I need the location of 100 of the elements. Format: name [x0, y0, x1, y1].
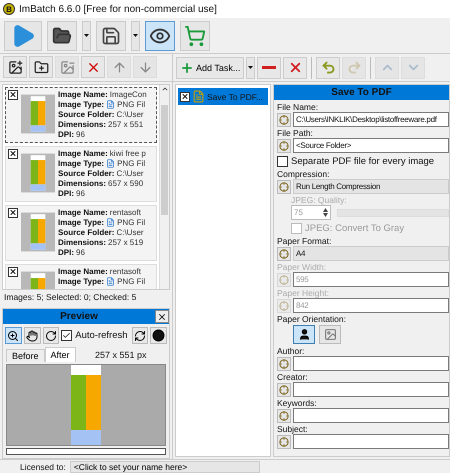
input-field[interactable] [293, 408, 449, 423]
target-icon [279, 140, 289, 150]
macro-button[interactable] [277, 408, 291, 422]
field-label: JPEG: Quality: [291, 195, 348, 205]
open-button[interactable] [47, 20, 77, 50]
image-count-text: Images: 5; Selected: 0; Checked: 5 [3, 291, 138, 304]
landscape-button[interactable] [319, 325, 341, 344]
macro-button[interactable] [277, 434, 291, 448]
license-label: Licensed to: [20, 462, 66, 472]
refresh-button[interactable] [132, 327, 148, 344]
macro-button[interactable] [277, 138, 291, 152]
image-card[interactable]: Image Name: rentasoft Image Type: PNG Fil [5, 264, 157, 289]
caret-icon [84, 34, 89, 37]
circle-icon [152, 329, 166, 342]
checkbox[interactable] [8, 266, 18, 277]
pan-button[interactable] [24, 327, 40, 344]
x-icon [9, 90, 17, 100]
image-card[interactable]: Image Name: ImageCon Image Type: PNG Fil Source Folder: C:\User Dimensions: 257 x 551 DPI: 96 [5, 86, 157, 143]
target-icon [279, 182, 289, 192]
macro-button[interactable] [277, 382, 291, 396]
checkbox[interactable] [8, 148, 18, 159]
image-tool-button[interactable] [29, 56, 53, 78]
window-title: ImBatch 6.6.0 [Free for non-commercial use] [19, 4, 217, 14]
task-tool-button[interactable] [283, 56, 308, 78]
task-tool-button[interactable] [257, 56, 282, 78]
field-label: Paper Height: [277, 288, 330, 298]
field-value: C:\User [116, 168, 144, 179]
add-task-button[interactable]: Add Task... [176, 56, 244, 78]
save-button[interactable] [96, 20, 126, 50]
pdf-icon [192, 90, 205, 103]
field-value: rentasoft [110, 208, 141, 218]
dropdown[interactable]: A4 [293, 246, 449, 261]
field-label: Keywords: [277, 398, 318, 408]
target-icon [279, 358, 289, 368]
license-name-button[interactable]: <Click to set your name here> [70, 460, 260, 472]
tab[interactable]: After [44, 347, 76, 362]
close-button[interactable] [155, 310, 169, 323]
save-icon [101, 26, 121, 46]
arrow-down-icon [138, 60, 152, 75]
input-field[interactable] [293, 434, 449, 449]
dropdown-button[interactable] [246, 56, 256, 78]
field-label: Image Type: [58, 276, 104, 287]
image-card[interactable]: Image Name: rentasoft Image Type: PNG Fil Source Folder: C:\User Dimensions: 257 x 519 DPI: 96 [5, 204, 157, 261]
rotate-icon [44, 330, 57, 342]
x-icon [9, 208, 17, 218]
field-value: kiwi free p [110, 148, 146, 159]
panel-title: Preview [59, 311, 99, 322]
macro-button[interactable] [277, 180, 291, 194]
refresh-icon [134, 330, 146, 342]
field-value: C:\User [116, 110, 144, 120]
color-button[interactable] [150, 327, 168, 344]
rotate-button[interactable] [42, 327, 60, 344]
macro-button[interactable] [277, 112, 291, 126]
dropdown-button[interactable] [82, 20, 91, 50]
caret-icon [133, 34, 138, 37]
field-label: Image Type: [58, 158, 104, 169]
cart-icon [184, 24, 206, 46]
shop-button[interactable] [180, 20, 210, 50]
task-item[interactable]: Save To PDF... [178, 88, 268, 105]
target-icon [279, 436, 289, 446]
field-label: File Path: [277, 128, 314, 138]
field-value: PNG Fil [117, 218, 146, 228]
macro-button[interactable] [277, 246, 291, 260]
macro-button[interactable] [277, 356, 291, 370]
tab[interactable]: Before [6, 349, 45, 362]
field-label: Compression: [277, 169, 330, 179]
x-icon [9, 267, 17, 276]
field-label: DPI: [58, 188, 74, 199]
person-icon [298, 328, 310, 341]
input-field[interactable]: C:\Users\INKLIK\Desktop\listoffreeware.pdf [293, 112, 449, 127]
target-icon [279, 300, 289, 310]
field-label: Image Type: [58, 218, 104, 228]
image-card[interactable]: Image Name: kiwi free p Image Type: PNG Fil Source Folder: C:\User Dimensions: 657 x 590 DPI: 96 [5, 146, 157, 202]
spin-arrows-icon [323, 208, 328, 217]
portrait-button[interactable] [293, 325, 315, 344]
field-value: PNG Fil [117, 100, 146, 110]
preview-toggle[interactable] [145, 20, 175, 50]
image-tool-button[interactable] [3, 56, 27, 78]
add-folder-icon [34, 60, 48, 75]
auto-refresh-checkbox[interactable]: Auto-refresh [61, 330, 128, 341]
input-field[interactable]: <Source Folder> [293, 138, 449, 153]
undo-icon [320, 60, 336, 75]
run-button[interactable] [4, 20, 42, 50]
field-value: 257 x 551 [108, 120, 144, 130]
dropdown[interactable]: Run Length Compression [293, 179, 449, 194]
dropdown-button[interactable] [131, 20, 140, 50]
input-field[interactable] [293, 382, 449, 397]
field-value: C:\User [116, 228, 144, 238]
checkbox[interactable] [180, 92, 190, 102]
field-value: rentasoft [110, 266, 141, 277]
zoom-button[interactable] [5, 327, 22, 344]
checkbox[interactable] [8, 90, 18, 100]
app-logo: B [3, 3, 15, 15]
task-tool-button[interactable] [316, 56, 340, 78]
field-value: 96 [76, 248, 85, 258]
hand-icon [26, 330, 38, 342]
checkbox[interactable] [8, 208, 18, 218]
checkbox[interactable]: Separate PDF file for every image [277, 154, 449, 168]
field-value: 257 x 519 [108, 238, 144, 248]
input-field[interactable] [293, 356, 449, 371]
